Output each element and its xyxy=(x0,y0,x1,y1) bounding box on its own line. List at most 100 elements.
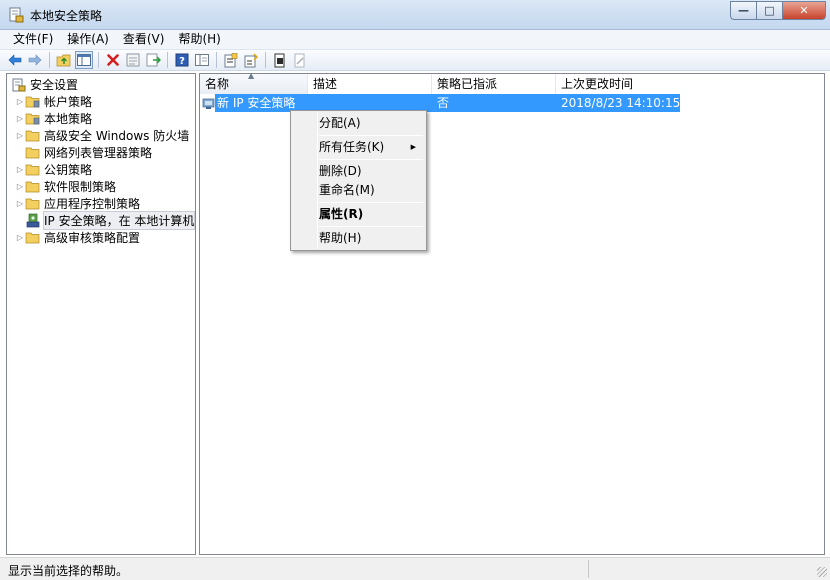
title-bar[interactable]: 本地安全策略 — □ ✕ xyxy=(0,0,830,30)
column-header-label: 上次更改时间 xyxy=(561,77,634,91)
menu-file[interactable]: 文件(F) xyxy=(6,30,60,49)
context-menu-properties[interactable]: 属性(R) xyxy=(293,203,424,225)
tree-item-firewall[interactable]: ▷ 高级安全 Windows 防火墙 xyxy=(15,127,189,144)
tree-label: 安全设置 xyxy=(30,78,79,92)
security-policy-app-icon xyxy=(9,7,24,23)
policy-folder-icon xyxy=(25,112,41,126)
row-modified: 2018/8/23 14:10:15 xyxy=(561,96,681,110)
context-menu-all-tasks[interactable]: 所有任务(K) ▶ xyxy=(293,136,424,158)
context-menu-assign[interactable]: 分配(A) xyxy=(293,112,424,134)
context-menu-help[interactable]: 帮助(H) xyxy=(293,227,424,249)
minimize-button[interactable]: — xyxy=(730,1,756,20)
ip-policy-row-icon xyxy=(202,98,215,109)
properties-icon[interactable] xyxy=(124,51,142,69)
expand-triangle-icon[interactable]: ▷ xyxy=(15,199,25,208)
context-menu-rename[interactable]: 重命名(M) xyxy=(293,179,424,201)
tree-item-account-policy[interactable]: ▷ 帐户策略 xyxy=(15,93,92,110)
close-button[interactable]: ✕ xyxy=(782,1,826,20)
expand-triangle-icon[interactable]: ▷ xyxy=(15,131,25,140)
folder-icon xyxy=(25,146,41,160)
console-tree[interactable]: 安全设置 ▷ 帐户策略 ▷ 本地策略 ▷ 高级安全 Windows 防火墙 网络… xyxy=(6,73,196,555)
create-ip-policy-icon[interactable] xyxy=(242,51,260,69)
tree-root[interactable]: 安全设置 xyxy=(11,76,78,93)
menu-item-label: 所有任务(K) xyxy=(319,140,385,154)
tree-item-advanced-audit[interactable]: ▷ 高级审核策略配置 xyxy=(15,229,140,246)
column-header-name[interactable]: ▲ 名称 xyxy=(200,71,308,94)
menu-item-label: 删除(D) xyxy=(319,164,362,178)
manage-ip-filter-icon[interactable] xyxy=(222,51,240,69)
sort-ascending-icon: ▲ xyxy=(248,71,255,80)
tree-item-local-policy[interactable]: ▷ 本地策略 xyxy=(15,110,92,127)
table-row[interactable]: 新 IP 安全策略 否 2018/8/23 14:10:15 xyxy=(202,94,681,112)
resize-grip-icon[interactable] xyxy=(817,567,827,577)
folder-icon xyxy=(25,180,41,194)
console-tree-icon[interactable] xyxy=(193,51,211,69)
menu-bar: 文件(F) 操作(A) 查看(V) 帮助(H) xyxy=(0,30,830,49)
expand-triangle-icon[interactable]: ▷ xyxy=(15,165,25,174)
menu-item-label: 重命名(M) xyxy=(319,183,375,197)
expand-triangle-icon[interactable]: ▷ xyxy=(15,182,25,191)
tree-item-app-control[interactable]: ▷ 应用程序控制策略 xyxy=(15,195,140,212)
submenu-arrow-icon: ▶ xyxy=(410,143,416,151)
forward-arrow-icon[interactable] xyxy=(26,51,44,69)
folder-icon xyxy=(25,163,41,177)
unassign-policy-icon[interactable] xyxy=(291,51,309,69)
back-arrow-icon[interactable] xyxy=(6,51,24,69)
column-header-label: 策略已指派 xyxy=(437,77,498,91)
tree-label: 帐户策略 xyxy=(44,95,93,109)
tree-label: IP 安全策略，在 本地计算机 xyxy=(42,211,196,230)
svg-text:?: ? xyxy=(179,56,185,67)
window-title: 本地安全策略 xyxy=(30,9,103,23)
tree-label: 高级审核策略配置 xyxy=(44,231,141,245)
column-header-assigned[interactable]: 策略已指派 xyxy=(432,74,556,94)
tree-label: 网络列表管理器策略 xyxy=(44,146,153,160)
ip-security-icon xyxy=(25,213,41,228)
toolbar-separator xyxy=(98,52,99,68)
tree-item-public-key[interactable]: ▷ 公钥策略 xyxy=(15,161,92,178)
tree-item-network-list[interactable]: 网络列表管理器策略 xyxy=(15,144,152,161)
column-header-label: 名称 xyxy=(205,77,230,91)
toolbar-separator xyxy=(265,52,266,68)
menu-item-label: 分配(A) xyxy=(319,116,361,130)
policy-folder-icon xyxy=(25,95,41,109)
window-controls: — □ ✕ xyxy=(730,1,826,21)
folder-icon xyxy=(25,231,41,245)
folder-icon xyxy=(25,129,41,143)
tree-label: 高级安全 Windows 防火墙 xyxy=(44,129,190,143)
security-settings-icon xyxy=(11,78,27,92)
menu-action[interactable]: 操作(A) xyxy=(60,30,116,49)
up-folder-icon[interactable] xyxy=(55,51,73,69)
menu-item-label: 属性(R) xyxy=(319,207,364,221)
tree-label: 应用程序控制策略 xyxy=(44,197,141,211)
tree-item-software-restriction[interactable]: ▷ 软件限制策略 xyxy=(15,178,116,195)
delete-icon[interactable] xyxy=(104,51,122,69)
expand-triangle-icon[interactable]: ▷ xyxy=(15,233,25,242)
toolbar: ? xyxy=(0,49,830,71)
tree-label: 软件限制策略 xyxy=(44,180,117,194)
assign-policy-icon[interactable] xyxy=(271,51,289,69)
column-header-description[interactable]: 描述 xyxy=(308,74,432,94)
context-menu: 分配(A) 所有任务(K) ▶ 删除(D) 重命名(M) 属性(R) 帮助(H) xyxy=(290,110,427,251)
expand-triangle-icon[interactable]: ▷ xyxy=(15,114,25,123)
menu-help[interactable]: 帮助(H) xyxy=(171,30,227,49)
row-assigned: 否 xyxy=(437,96,450,110)
status-divider xyxy=(588,560,589,578)
column-header-label: 描述 xyxy=(313,77,338,91)
toolbar-separator xyxy=(216,52,217,68)
expand-triangle-icon[interactable]: ▷ xyxy=(15,97,25,106)
export-list-icon[interactable] xyxy=(144,51,162,69)
folder-icon xyxy=(25,197,41,211)
toolbar-separator xyxy=(49,52,50,68)
column-header-modified[interactable]: 上次更改时间 xyxy=(556,74,824,94)
toolbar-separator xyxy=(167,52,168,68)
maximize-button[interactable]: □ xyxy=(756,1,782,20)
menu-view[interactable]: 查看(V) xyxy=(116,30,172,49)
show-hide-tree-icon[interactable] xyxy=(75,51,93,69)
status-text: 显示当前选择的帮助。 xyxy=(8,564,129,578)
menu-item-label: 帮助(H) xyxy=(319,231,362,245)
row-name: 新 IP 安全策略 xyxy=(217,96,296,110)
tree-label: 公钥策略 xyxy=(44,163,93,177)
tree-label: 本地策略 xyxy=(44,112,93,126)
tree-item-ip-security[interactable]: IP 安全策略，在 本地计算机 xyxy=(15,211,196,230)
help-icon[interactable]: ? xyxy=(173,51,191,69)
